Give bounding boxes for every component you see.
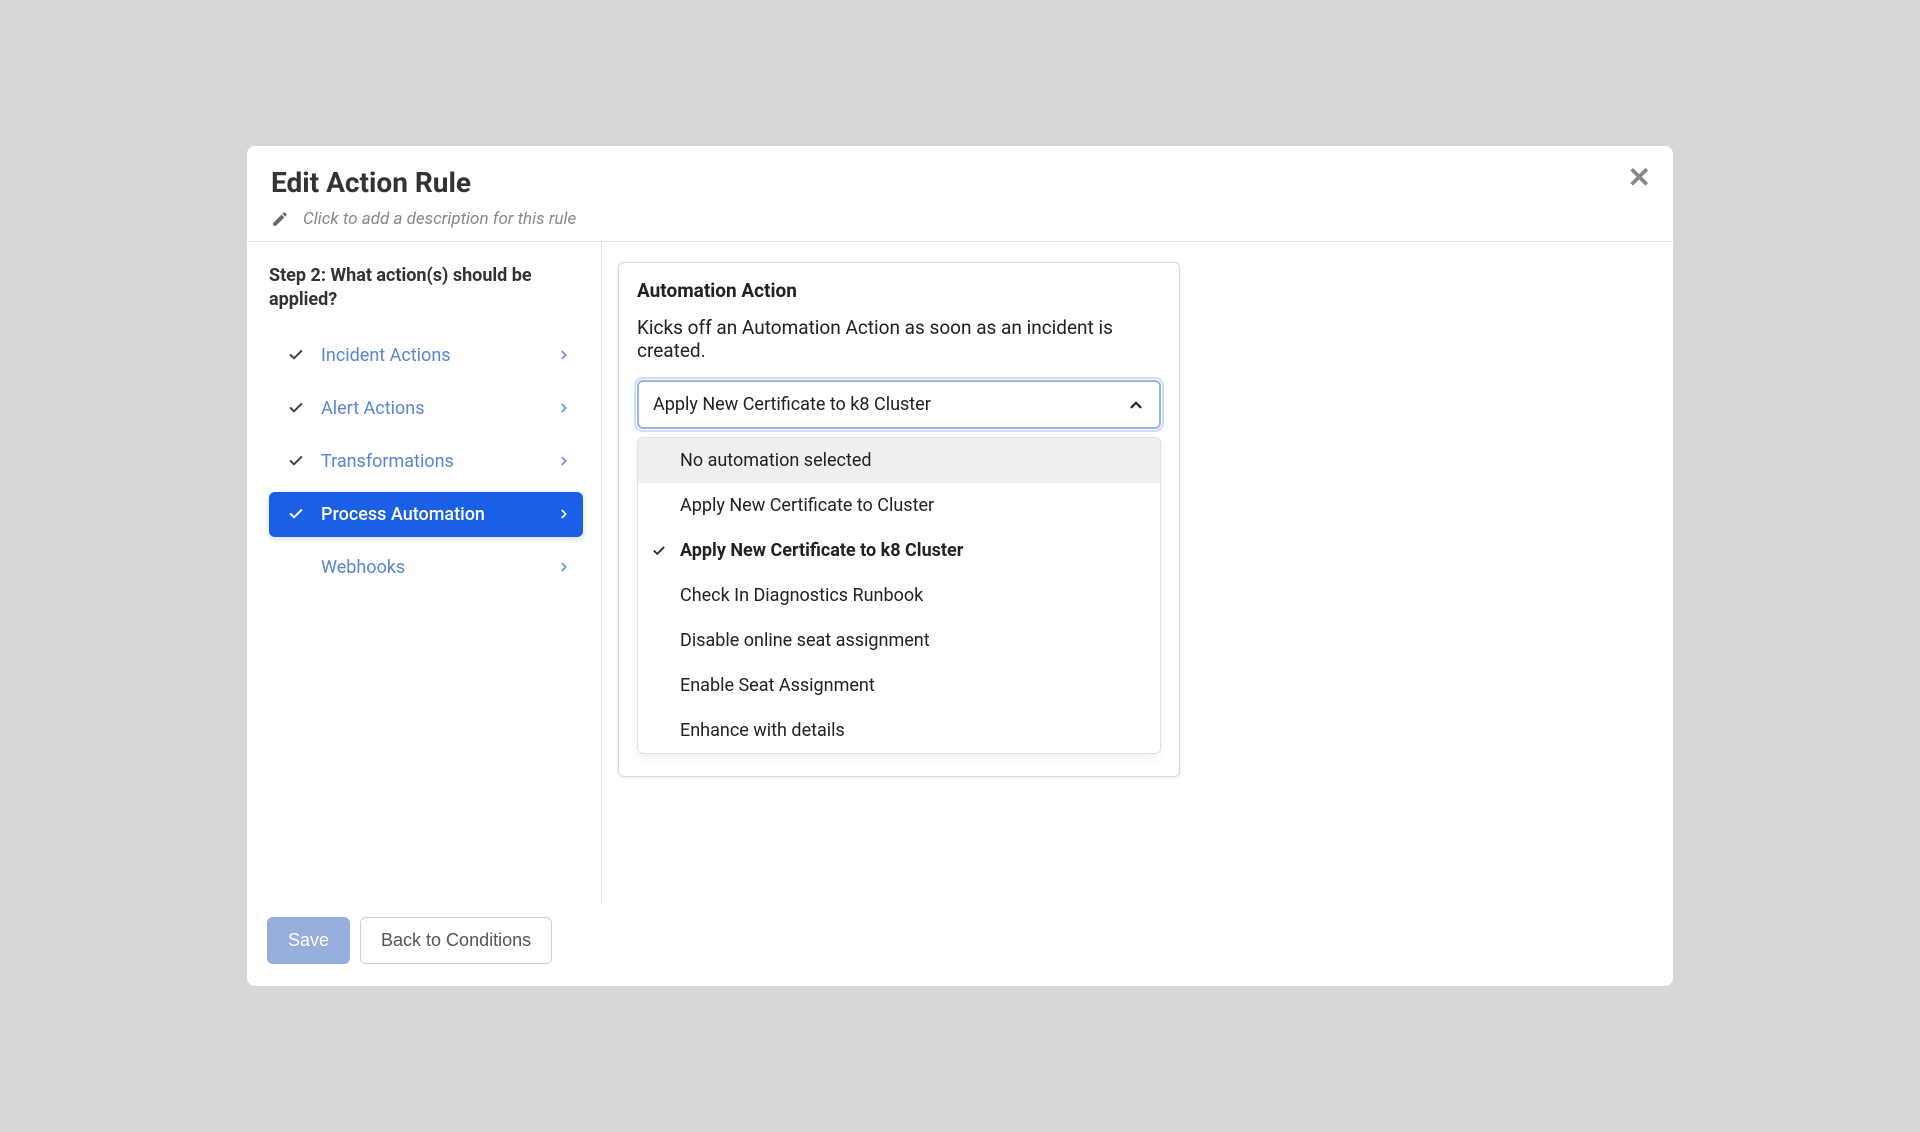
pencil-icon (271, 210, 289, 228)
sidebar-item[interactable]: Alert Actions (269, 386, 583, 431)
check-icon (287, 506, 305, 522)
edit-action-rule-modal: Edit Action Rule ✕ Click to add a descri… (247, 146, 1673, 986)
dropdown-option[interactable]: Apply New Certificate to Cluster (638, 483, 1160, 528)
modal-overlay: Edit Action Rule ✕ Click to add a descri… (0, 0, 1920, 1132)
sidebar-item[interactable]: Process Automation (269, 492, 583, 537)
back-to-conditions-button[interactable]: Back to Conditions (360, 917, 552, 964)
dropdown-option[interactable]: Enhance with details (638, 708, 1160, 753)
dropdown-option-label: Apply New Certificate to k8 Cluster (680, 540, 963, 561)
description-placeholder: Click to add a description for this rule (303, 209, 576, 229)
card-description: Kicks off an Automation Action as soon a… (637, 316, 1161, 362)
dropdown-option[interactable]: No automation selected (638, 438, 1160, 483)
dropdown-option-label: No automation selected (680, 450, 872, 471)
modal-body: Step 2: What action(s) should be applied… (247, 241, 1673, 903)
automation-select[interactable]: Apply New Certificate to k8 Cluster (637, 380, 1161, 429)
dropdown-option[interactable]: Enable Seat Assignment (638, 663, 1160, 708)
select-value: Apply New Certificate to k8 Cluster (653, 394, 931, 415)
sidebar-item-label: Incident Actions (321, 345, 541, 366)
dropdown-option-label: Disable online seat assignment (680, 630, 930, 651)
chevron-right-icon (557, 560, 571, 574)
sidebar-item[interactable]: Webhooks (269, 545, 583, 590)
check-icon (287, 347, 305, 363)
sidebar-item-label: Alert Actions (321, 398, 541, 419)
dropdown-option[interactable]: Check In Diagnostics Runbook (638, 573, 1160, 618)
sidebar-item[interactable]: Transformations (269, 439, 583, 484)
sidebar-item[interactable]: Incident Actions (269, 333, 583, 378)
automation-dropdown: No automation selected Apply New Certific… (637, 437, 1161, 754)
check-icon (287, 400, 305, 416)
check-icon (652, 544, 666, 558)
chevron-up-icon (1127, 396, 1145, 414)
modal-footer: Save Back to Conditions (247, 903, 1673, 986)
check-icon (287, 453, 305, 469)
sidebar-item-label: Transformations (321, 451, 541, 472)
description-row[interactable]: Click to add a description for this rule (271, 209, 1649, 229)
dropdown-option-label: Enable Seat Assignment (680, 675, 875, 696)
dropdown-option[interactable]: Apply New Certificate to k8 Cluster (638, 528, 1160, 573)
sidebar-list: Incident Actions Alert Actions Transformat… (269, 333, 583, 590)
sidebar: Step 2: What action(s) should be applied… (247, 242, 602, 903)
chevron-right-icon (557, 454, 571, 468)
main-pane: Automation Action Kicks off an Automatio… (602, 242, 1673, 903)
card-title: Automation Action (637, 279, 1161, 302)
modal-title: Edit Action Rule (271, 166, 1649, 199)
sidebar-item-label: Process Automation (321, 504, 541, 525)
chevron-right-icon (557, 401, 571, 415)
sidebar-item-label: Webhooks (321, 557, 541, 578)
chevron-right-icon (557, 348, 571, 362)
save-button[interactable]: Save (267, 917, 350, 964)
dropdown-option-label: Enhance with details (680, 720, 845, 741)
modal-header: Edit Action Rule ✕ Click to add a descri… (247, 146, 1673, 241)
dropdown-option-label: Apply New Certificate to Cluster (680, 495, 934, 516)
dropdown-option-label: Check In Diagnostics Runbook (680, 585, 923, 606)
close-icon[interactable]: ✕ (1628, 164, 1651, 192)
dropdown-option[interactable]: Disable online seat assignment (638, 618, 1160, 663)
chevron-right-icon (557, 507, 571, 521)
automation-action-card: Automation Action Kicks off an Automatio… (618, 262, 1180, 777)
step-label: Step 2: What action(s) should be applied… (269, 264, 583, 313)
